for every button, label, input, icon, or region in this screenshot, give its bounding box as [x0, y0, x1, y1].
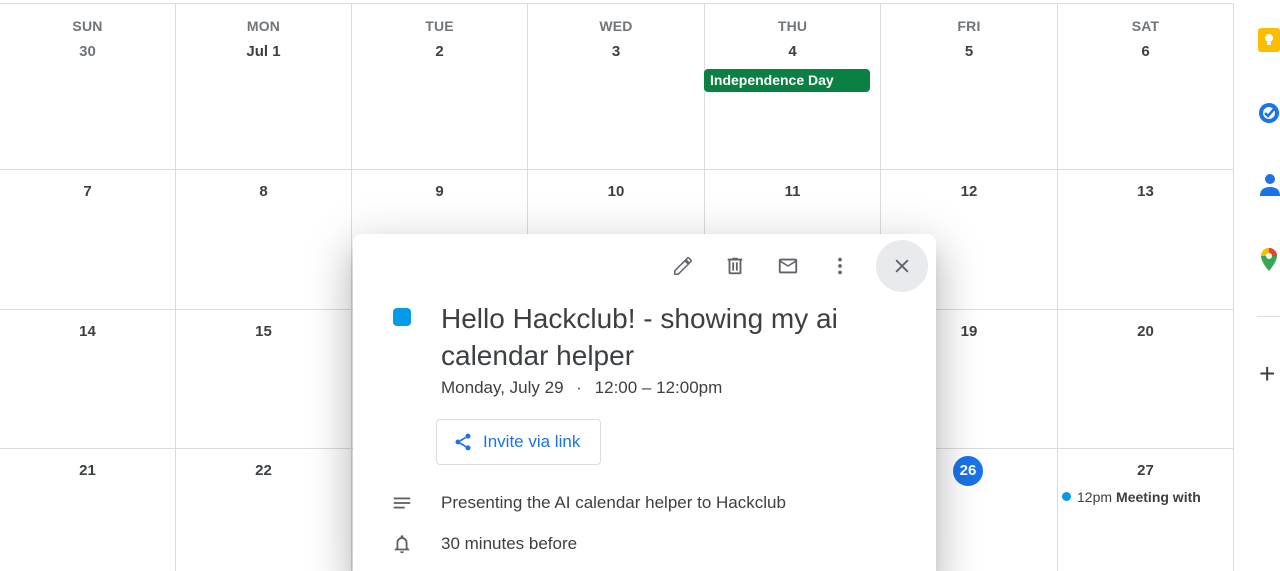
today-badge[interactable]: 26 — [953, 456, 983, 486]
event-time: 12pm — [1077, 489, 1113, 505]
day-number[interactable]: 11 — [705, 183, 880, 200]
day-number[interactable]: 30 — [0, 43, 175, 60]
day-cell[interactable]: TUE 2 — [352, 4, 528, 170]
day-number[interactable]: 7 — [0, 183, 175, 200]
day-number[interactable]: 8 — [176, 183, 351, 200]
day-number[interactable]: 13 — [1058, 183, 1233, 200]
more-options-icon — [838, 257, 842, 275]
more-options-button[interactable] — [820, 246, 860, 286]
email-icon — [778, 258, 798, 274]
delete-icon — [727, 257, 743, 275]
day-number[interactable]: 2 — [352, 43, 527, 60]
description-icon — [391, 492, 413, 514]
day-cell[interactable]: 7 — [0, 170, 176, 310]
side-panel — [1234, 0, 1280, 571]
day-cell[interactable]: 13 — [1058, 170, 1234, 310]
day-cell[interactable]: 15 — [176, 310, 352, 449]
event-datetime: Monday, July 29 · 12:00 – 12:00pm — [441, 378, 722, 398]
day-number[interactable]: 6 — [1058, 43, 1233, 60]
weekday-label: WED — [599, 18, 633, 34]
day-number[interactable]: 15 — [176, 323, 351, 340]
day-cell[interactable]: FRI 5 — [881, 4, 1058, 170]
event-title: Hello Hackclub! - showing my ai calendar… — [441, 303, 838, 371]
event-details-popover: Hello Hackclub! - showing my ai calendar… — [353, 234, 936, 571]
day-number[interactable]: 10 — [528, 183, 704, 200]
invite-label: Invite via link — [483, 432, 581, 451]
day-cell[interactable]: 21 — [0, 449, 176, 571]
maps-icon[interactable] — [1258, 247, 1280, 271]
day-number[interactable]: 5 — [881, 43, 1057, 60]
day-cell[interactable]: SUN 30 — [0, 4, 176, 170]
email-guests-button[interactable] — [768, 246, 808, 286]
event-date: Monday, July 29 — [441, 378, 564, 397]
event-reminder: 30 minutes before — [441, 534, 578, 553]
datetime-separator: · — [576, 378, 582, 397]
day-cell[interactable]: 27 — [1058, 449, 1234, 571]
day-number[interactable]: 3 — [528, 43, 704, 60]
day-cell[interactable]: MON Jul 1 — [176, 4, 352, 170]
add-addon-button[interactable]: + — [1259, 360, 1275, 388]
day-cell[interactable]: 20 — [1058, 310, 1234, 449]
day-number[interactable]: 21 — [0, 462, 175, 479]
contacts-icon[interactable] — [1258, 172, 1280, 196]
day-cell[interactable]: SAT 6 — [1058, 4, 1234, 170]
event-title: Meeting with — [1116, 489, 1201, 505]
event-time-range: 12:00 – 12:00pm — [594, 378, 723, 397]
weekday-label: SUN — [72, 18, 103, 34]
weekday-label: TUE — [425, 18, 454, 34]
holiday-event-chip[interactable]: Independence Day — [704, 69, 870, 92]
day-number[interactable]: 4 — [705, 43, 880, 60]
day-number[interactable]: Jul 1 — [176, 43, 351, 60]
day-number[interactable]: 12 — [881, 183, 1057, 200]
share-icon — [455, 433, 471, 451]
day-cell[interactable]: WED 3 — [528, 4, 705, 170]
event-color-dot — [1062, 492, 1071, 501]
close-icon — [895, 259, 909, 273]
day-cell[interactable]: 8 — [176, 170, 352, 310]
day-cell[interactable]: 22 — [176, 449, 352, 571]
day-number[interactable]: 14 — [0, 323, 175, 340]
keep-icon[interactable] — [1258, 28, 1280, 52]
day-number[interactable]: 22 — [176, 462, 351, 479]
weekday-label: FRI — [957, 18, 981, 34]
invite-via-link-button[interactable]: Invite via link — [436, 419, 602, 465]
weekday-label: SAT — [1131, 18, 1160, 34]
weekday-label: MON — [246, 18, 281, 34]
edit-button[interactable] — [663, 246, 703, 286]
close-button[interactable] — [876, 240, 928, 292]
weekday-label: THU — [777, 18, 808, 34]
event-color-square — [393, 308, 411, 326]
day-number[interactable]: 9 — [352, 183, 527, 200]
bell-icon — [391, 533, 413, 555]
day-cell[interactable]: 14 — [0, 310, 176, 449]
delete-button[interactable] — [715, 246, 755, 286]
day-number[interactable]: 20 — [1058, 323, 1233, 340]
tasks-icon[interactable] — [1258, 101, 1280, 123]
side-divider — [1257, 316, 1280, 317]
saturday-event-chip[interactable]: 12pm Meeting with — [1062, 489, 1201, 505]
day-number[interactable]: 27 — [1058, 462, 1233, 479]
edit-icon — [674, 257, 692, 275]
event-description: Presenting the AI calendar helper to Hac… — [441, 493, 786, 512]
